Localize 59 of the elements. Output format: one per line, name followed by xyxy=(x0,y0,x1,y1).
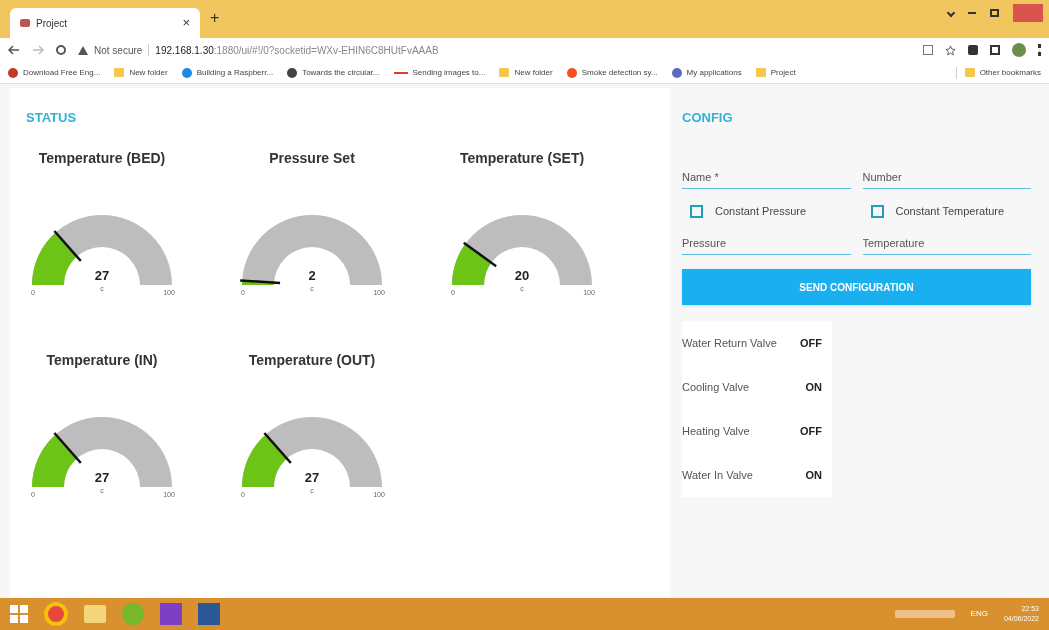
windows-start-icon[interactable] xyxy=(10,605,28,623)
gauge-title: Temperature (IN) xyxy=(46,350,158,370)
valve-state: ON xyxy=(805,467,822,483)
text-field[interactable]: Number xyxy=(862,165,1031,189)
folder-icon xyxy=(499,68,510,77)
url-text: 192.168.1.30:1880/ui/#!/0?socketid=WXv-EHIN6C8HUtFvAAAB xyxy=(155,43,439,58)
valve-label: Heating Valve xyxy=(682,423,750,439)
gauge-value: 2 xyxy=(307,266,317,285)
tab-title: Project xyxy=(36,16,69,31)
gauge-title: Temperature (OUT) xyxy=(248,350,376,370)
valve-label: Cooling Valve xyxy=(682,379,750,395)
text-field[interactable]: Temperature xyxy=(862,231,1031,255)
reload-icon[interactable] xyxy=(56,45,66,55)
bookmark-link[interactable]: New folder xyxy=(129,66,168,79)
gauge-title: Pressure Set xyxy=(269,148,355,168)
bookmark-link[interactable]: Other bookmarks xyxy=(979,66,1041,79)
more-icon[interactable] xyxy=(1038,44,1041,56)
folder-icon xyxy=(114,68,125,77)
folder-icon xyxy=(964,68,975,77)
bookmark-link[interactable]: Smoke detection sy... xyxy=(581,66,658,79)
gauge-title: Temperature (SET) xyxy=(459,148,585,168)
gauge-title: Temperature (BED) xyxy=(38,148,166,168)
gauge-value: 27 xyxy=(303,468,321,487)
bookmark-link[interactable]: Sending images to... xyxy=(412,66,486,79)
bookmark-link[interactable]: New folder xyxy=(514,66,553,79)
avatar-icon[interactable] xyxy=(1012,43,1026,57)
browser-taskbar-icon[interactable] xyxy=(44,602,68,626)
bookmark-link[interactable]: Towards the circular... xyxy=(302,66,380,79)
new-tab-button[interactable]: + xyxy=(210,6,220,30)
bookmark-link[interactable]: My applications xyxy=(686,66,742,79)
folder-icon xyxy=(755,68,766,77)
forward-icon[interactable] xyxy=(32,45,44,55)
security-label: Not secure xyxy=(94,43,143,58)
bookmark-link[interactable]: Building a Raspberr... xyxy=(196,66,274,79)
valve-state: ON xyxy=(805,379,822,395)
checkbox-label: Constant Pressure xyxy=(715,204,807,219)
valve-label: Water In Valve xyxy=(682,467,753,483)
section-title: STATUS xyxy=(26,109,78,127)
tab-close-button[interactable]: × xyxy=(182,13,190,33)
back-icon[interactable] xyxy=(8,45,20,55)
gauge-value: 27 xyxy=(93,266,111,285)
text-field[interactable]: Name * xyxy=(682,165,851,189)
text-field[interactable]: Pressure xyxy=(682,231,851,255)
bookmark-link[interactable]: Project xyxy=(770,66,796,79)
gauge-value: 27 xyxy=(93,468,111,487)
checkbox[interactable] xyxy=(870,204,884,218)
valve-label: Water Return Valve xyxy=(682,335,777,351)
checkbox-label: Constant Temperature xyxy=(895,204,1005,219)
star-icon[interactable] xyxy=(945,44,956,56)
sidebar-icon[interactable] xyxy=(990,45,1000,55)
valve-state: OFF xyxy=(800,335,822,351)
restore-button[interactable] xyxy=(990,9,999,17)
tab-favicon-icon xyxy=(20,19,30,27)
browser-tab[interactable]: Project × xyxy=(10,8,200,38)
checkbox[interactable] xyxy=(690,204,703,218)
bookmark-link[interactable]: Download Free Eng... xyxy=(23,66,101,79)
valve-state: OFF xyxy=(800,423,822,439)
section-title: CONFIG xyxy=(682,109,734,127)
gauge-value: 20 xyxy=(513,266,531,285)
